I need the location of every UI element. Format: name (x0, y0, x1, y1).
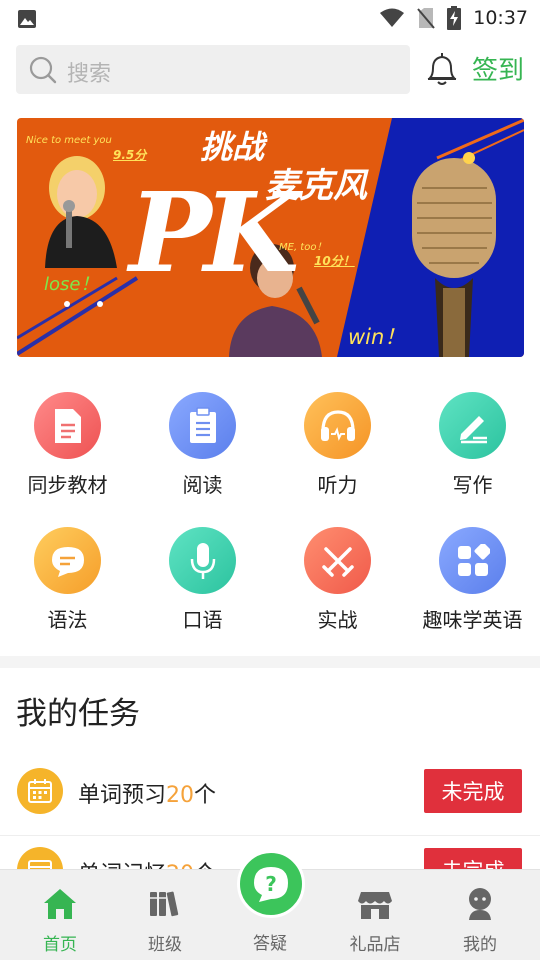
grid-label: 写作 (452, 473, 493, 497)
banner-left-result: lose！ (44, 274, 99, 295)
clipboard-icon (169, 392, 236, 459)
grid-label: 阅读 (182, 473, 223, 497)
notification-bell-icon[interactable] (424, 50, 460, 88)
no-sim-icon (417, 8, 435, 29)
task-name: 单词预习 (78, 783, 167, 808)
checkin-button[interactable]: 签到 (472, 50, 524, 87)
user-icon (469, 888, 491, 920)
grid-label: 趣味学英语 (422, 608, 523, 632)
grid-label: 实战 (317, 608, 358, 632)
banner-right-score: 10分！ (314, 254, 355, 268)
search-input[interactable]: 搜索 (16, 45, 410, 94)
apps-icon (439, 527, 506, 594)
nav-item-gift-shop[interactable]: 礼品店 (321, 870, 429, 961)
grid-item-fun-english[interactable]: 趣味学英语 (405, 527, 540, 647)
pen-icon (439, 392, 506, 459)
banner-title-line1: 挑战 (200, 128, 265, 166)
chat-icon (34, 527, 101, 594)
banner-right-speech: ME, too！ (279, 242, 327, 253)
nav-item-mine[interactable]: 我的 (426, 870, 534, 961)
status-time: 10:37 (473, 7, 528, 29)
wifi-icon (380, 8, 405, 27)
nav-item-class[interactable]: 班级 (111, 870, 219, 961)
nav-label: 我的 (463, 935, 497, 955)
banner-pk-text: PK (129, 168, 299, 297)
headphones-icon (304, 392, 371, 459)
search-placeholder: 搜索 (67, 62, 112, 87)
image-notification-icon (18, 10, 36, 28)
calendar-icon (17, 768, 63, 814)
task-unit: 个 (194, 783, 217, 808)
battery-charging-icon (447, 6, 462, 30)
banner-right-result: win！ (348, 325, 406, 349)
crossed-swords-icon (304, 527, 371, 594)
banner-left-score: 9.5分 (113, 148, 147, 162)
grid-item-textbook[interactable]: 同步教材 (0, 392, 135, 512)
search-icon (29, 56, 57, 84)
status-bar: 10:37 (0, 0, 540, 36)
task-text: 单词预习20个 (78, 777, 216, 809)
task-row[interactable]: 单词预习20个 未完成 (0, 758, 540, 836)
grid-label: 听力 (317, 473, 358, 497)
grid-item-reading[interactable]: 阅读 (135, 392, 270, 512)
document-icon (34, 392, 101, 459)
grid-item-practice[interactable]: 实战 (270, 527, 405, 647)
grid-label: 同步教材 (27, 473, 108, 497)
books-icon (150, 891, 179, 917)
nav-label: 首页 (43, 935, 77, 955)
task-count: 20 (166, 783, 195, 808)
microphone-icon (169, 527, 236, 594)
grid-item-listening[interactable]: 听力 (270, 392, 405, 512)
section-divider (0, 656, 540, 668)
grid-item-grammar[interactable]: 语法 (0, 527, 135, 647)
nav-label: 礼品店 (349, 935, 401, 955)
pk-microphone-banner[interactable]: 挑战 麦克风 PK Nice to meet you 9.5分 lose！ ME… (17, 118, 524, 357)
nav-item-qa[interactable]: ? (237, 850, 305, 918)
shop-icon (358, 892, 392, 919)
task-status-button[interactable]: 未完成 (424, 769, 522, 813)
nav-label: 班级 (148, 935, 182, 955)
question-bubble-icon: ? (254, 867, 288, 902)
grid-label: 口语 (182, 608, 223, 632)
nav-item-home[interactable]: 首页 (6, 870, 114, 961)
tasks-section-title: 我的任务 (16, 696, 140, 732)
grid-label: 语法 (47, 608, 88, 632)
banner-left-speech: Nice to meet you (26, 135, 112, 146)
home-icon (44, 889, 76, 919)
nav-label-qa: 答疑 (253, 934, 287, 954)
grid-item-writing[interactable]: 写作 (405, 392, 540, 512)
svg-text:?: ? (265, 872, 277, 896)
grid-item-speaking[interactable]: 口语 (135, 527, 270, 647)
